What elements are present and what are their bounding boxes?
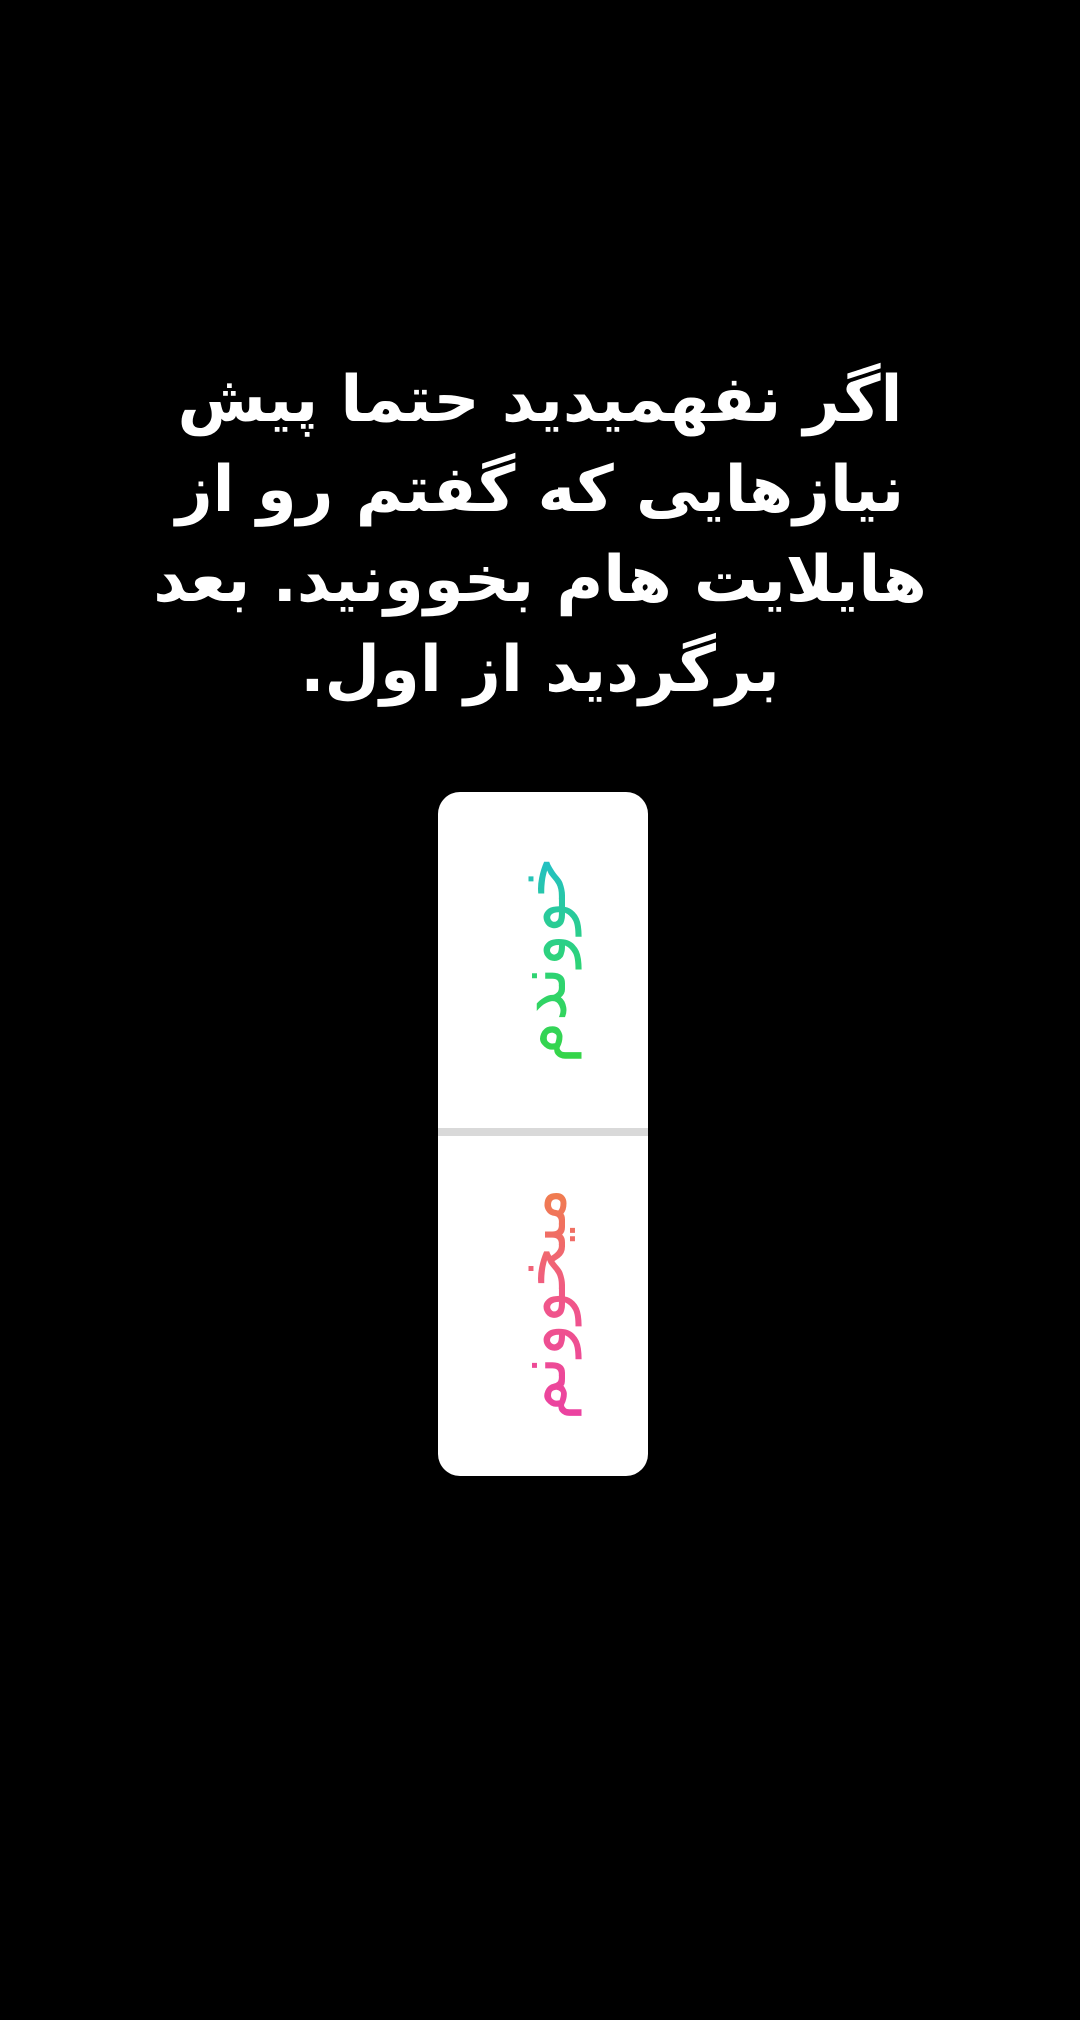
poll-divider [438,1128,648,1136]
poll-option-read[interactable]: خووندم [438,792,648,1128]
poll-option-will-read[interactable]: میخوونم [438,1136,648,1472]
poll-sticker: خووندم میخوونم [438,792,648,1476]
story-caption: اگر نفهمیدید حتما پیش نیازهایی که گفتم ر… [90,355,990,715]
caption-line-3: هایلایت هام بخوونید. بعد [153,543,927,617]
poll-option-read-label: خووندم [498,810,588,1110]
caption-line-4: برگردید از اول. [300,633,780,707]
caption-line-1: اگر نفهمیدید حتما پیش [177,363,903,437]
caption-line-2: نیازهایی که گفتم رو از [175,453,905,527]
poll-option-will-read-label: میخوونم [498,1154,588,1454]
